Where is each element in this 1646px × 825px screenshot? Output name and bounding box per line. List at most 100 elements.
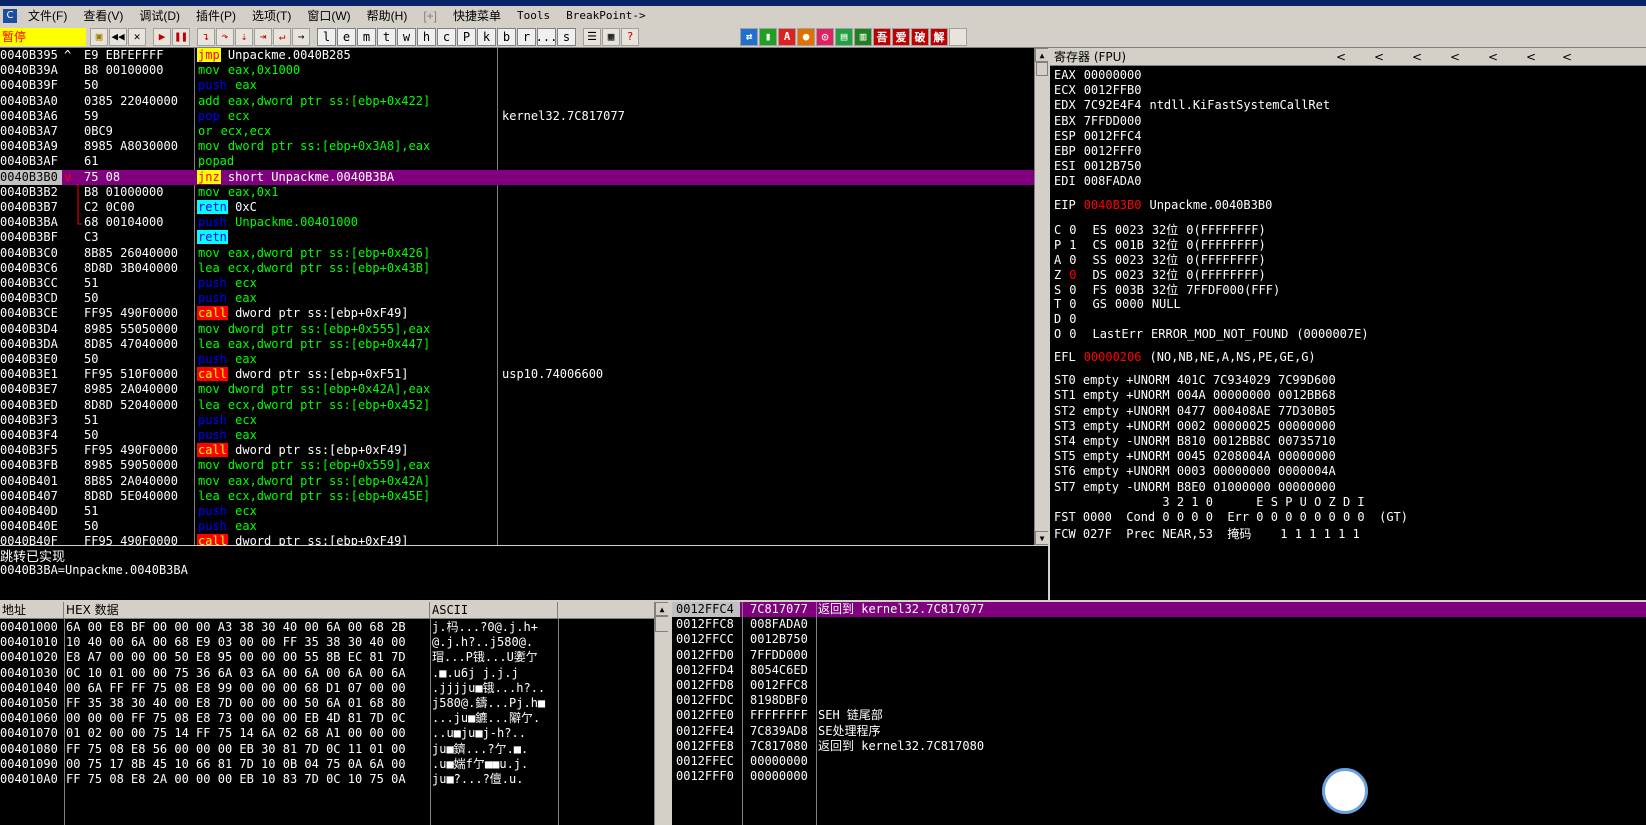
register-value[interactable]: 0012FFC4 [1084, 129, 1142, 143]
dump-ascii[interactable]: 瑁...P锇...U嬱亇 [432, 650, 538, 665]
stack-row[interactable]: 0012FFD8 0012FFC8 [672, 678, 1646, 693]
dump-hex[interactable]: 00 6A FF FF 75 08 E8 99 00 00 00 68 D1 0… [66, 681, 406, 696]
refresh-icon[interactable]: ⇄ [740, 27, 758, 46]
disasm-row[interactable]: 0040B3F3 51 push ecx [0, 413, 1034, 428]
disasm-row[interactable]: 0040B3E1 FF95 510F0000 call dword ptr ss:[… [0, 367, 1034, 382]
menu-window[interactable]: 窗口(W) [299, 7, 358, 24]
dump-ascii[interactable]: .jjjju■锇...h?.. [432, 681, 545, 696]
register-efl[interactable]: EFL 00000206 (NO,NB,NE,A,NS,PE,GE,G) [1054, 350, 1316, 364]
flag-value[interactable]: 0 [1069, 223, 1076, 237]
jie-button[interactable]: 解 [930, 27, 948, 46]
dump-hex[interactable]: 01 02 00 00 75 14 FF 75 14 6A 02 68 A1 0… [66, 726, 406, 741]
flag-value[interactable]: 0 [1069, 312, 1076, 326]
stack-value[interactable]: 00000000 [750, 754, 808, 769]
log-button[interactable]: l [317, 27, 336, 46]
scroll-thumb[interactable] [1036, 62, 1048, 76]
flag-value[interactable]: 0 [1069, 297, 1076, 311]
stack-row[interactable]: 0012FFEC 00000000 [672, 754, 1646, 769]
stack-row[interactable]: 0012FFC4 7C817077 返回到 kernel32.7C817077 [672, 602, 1646, 618]
help-icon[interactable]: ? [621, 27, 639, 46]
dump-row[interactable]: 00401000 6A 00 E8 BF 00 00 00 A3 38 30 40… [0, 620, 654, 635]
handles-button[interactable]: h [417, 27, 436, 46]
menu-view[interactable]: 查看(V) [75, 7, 131, 24]
register-value[interactable]: 0012FFF0 [1084, 144, 1142, 158]
dump-row[interactable]: 004010A0 FF 75 08 E8 2A 00 00 00 EB 10 83… [0, 772, 654, 787]
dump-row[interactable]: 00401040 00 6A FF FF 75 08 E8 99 00 00 00… [0, 681, 654, 696]
flag-value[interactable]: 1 [1069, 238, 1076, 252]
stack-value[interactable]: 7FFDD000 [750, 648, 808, 663]
dump-scrollbar[interactable]: ▲ [654, 602, 669, 825]
stack-value[interactable]: 7C839AD8 [750, 724, 808, 739]
dump-hex[interactable]: E8 A7 00 00 00 50 E8 95 00 00 00 55 8B E… [66, 650, 406, 665]
plugin-a-button[interactable]: A [778, 27, 796, 46]
dump-ascii[interactable]: @.j.h?..j580@. [432, 635, 533, 650]
callstack-button[interactable]: k [477, 27, 496, 46]
dump-row[interactable]: 00401090 00 75 17 8B 45 10 66 81 7D 10 0B… [0, 757, 654, 772]
dump-ascii[interactable]: ju■?...?儃.u. [432, 772, 523, 787]
menu-options[interactable]: 选项(T) [244, 7, 299, 24]
dump-col-ascii[interactable]: ASCII [430, 602, 558, 619]
nav-left-icon[interactable]: < [1336, 48, 1346, 66]
register-ebp[interactable]: EBP 0012FFF0 [1054, 144, 1149, 158]
register-value[interactable]: 008FADA0 [1084, 174, 1142, 188]
stack-value[interactable]: 00000000 [750, 769, 808, 784]
register-ebx[interactable]: EBX 7FFDD000 [1054, 114, 1149, 128]
disasm-row[interactable]: 0040B3F5 FF95 490F0000 call dword ptr ss:[… [0, 443, 1034, 458]
disasm-row[interactable]: 0040B401 8B85 2A040000 mov eax,dword ptr s… [0, 474, 1034, 489]
disasm-row[interactable]: 0040B40E 50 push eax [0, 519, 1034, 534]
target-icon[interactable]: ◎ [816, 27, 834, 46]
run-trace-button[interactable]: ... [536, 27, 557, 46]
wu-button[interactable]: 吾 [873, 27, 891, 46]
menu-plus[interactable]: [+] [415, 9, 445, 23]
disasm-row[interactable]: 0040B3BA 68 00104000 push Unpackme.0040100… [0, 215, 1034, 230]
menu-file[interactable]: 文件(F) [20, 7, 75, 24]
disassembly-pane[interactable]: 0040B395 ^ E9 EBFEFFFF jmp Unpackme.0040B28… [0, 48, 1034, 545]
nav-left-icon[interactable]: < [1488, 48, 1498, 66]
stack-row[interactable]: 0012FFE0 FFFFFFFF SEH 链尾部 [672, 708, 1646, 723]
po-button[interactable]: 破 [911, 27, 929, 46]
rewind-icon[interactable]: ◀◀ [109, 27, 127, 46]
register-esp[interactable]: ESP 0012FFC4 [1054, 129, 1149, 143]
dump-ascii[interactable]: .■.u6j j.j.j [432, 666, 519, 681]
dump-row[interactable]: 00401010 10 40 00 6A 00 68 E9 03 00 00 FF… [0, 635, 654, 650]
stack-value[interactable]: 0012B750 [750, 632, 808, 647]
disasm-row[interactable]: 0040B3ED 8D8D 52040000 lea ecx,dword ptr s… [0, 398, 1034, 413]
dump-ascii[interactable]: j580@.鑄...Pj.h■ [432, 696, 545, 711]
dump-row[interactable]: 00401060 00 00 00 FF 75 08 E8 73 00 00 00… [0, 711, 654, 726]
menu-shortcut[interactable]: 快捷菜单 [445, 7, 509, 24]
disasm-row[interactable]: 0040B395 ^ E9 EBFEFFFF jmp Unpackme.0040B28… [0, 48, 1034, 63]
menu-plugins[interactable]: 插件(P) [188, 7, 244, 24]
register-esi[interactable]: ESI 0012B750 [1054, 159, 1149, 173]
disasm-row[interactable]: 0040B3D4 8985 55050000 mov dword ptr ss:[e… [0, 322, 1034, 337]
nav-left-icon[interactable]: < [1412, 48, 1422, 66]
disasm-row[interactable]: 0040B3A7 0BC9 or ecx,ecx [0, 124, 1034, 139]
plugin-icon[interactable]: ▮ [759, 27, 777, 46]
stack-row[interactable]: 0012FFE8 7C817080 返回到 kernel32.7C817080 [672, 739, 1646, 754]
register-edx[interactable]: EDX 7C92E4F4 ntdll.KiFastSystemCallRet [1054, 98, 1330, 112]
dump-col-address[interactable]: 地址 [0, 602, 64, 619]
patches-button[interactable]: P [457, 27, 476, 46]
stack-row[interactable]: 0012FFCC 0012B750 [672, 632, 1646, 647]
stack-row[interactable]: 0012FFDC 8198DBF0 [672, 693, 1646, 708]
disasm-row[interactable]: 0040B407 8D8D 5E040000 lea ecx,dword ptr s… [0, 489, 1034, 504]
fpu-st-register[interactable]: ST4 empty -UNORM B810 0012BB8C 00735710 [1054, 434, 1336, 448]
nav-left-icon[interactable]: < [1562, 48, 1572, 66]
stack-row[interactable]: 0012FFF0 00000000 [672, 769, 1646, 784]
nav-left-icon[interactable]: < [1374, 48, 1384, 66]
dump-ascii[interactable]: ...ju■鑣...隦亇. [432, 711, 540, 726]
fpu-st-register[interactable]: ST6 empty +UNORM 0003 00000000 0000004A [1054, 464, 1336, 478]
stack-value[interactable]: 8198DBF0 [750, 693, 808, 708]
cpu-button[interactable]: c [437, 27, 456, 46]
calc-icon[interactable]: ▤ [835, 27, 853, 46]
stack-value[interactable]: FFFFFFFF [750, 708, 808, 723]
dump-hex[interactable]: 00 75 17 8B 45 10 66 81 7D 10 0B 04 75 0… [66, 757, 406, 772]
flag-value[interactable]: 0 [1069, 268, 1076, 282]
register-value[interactable]: 0012B750 [1084, 159, 1142, 173]
fpu-st-register[interactable]: ST3 empty +UNORM 0002 00000025 00000000 [1054, 419, 1336, 433]
scroll-thumb[interactable] [655, 616, 669, 632]
goto-icon[interactable]: → [292, 27, 310, 46]
dump-hex[interactable]: FF 75 08 E8 56 00 00 00 EB 30 81 7D 0C 1… [66, 742, 406, 757]
flag-value[interactable]: 0 [1069, 283, 1076, 297]
disasm-row[interactable]: 0040B39F 50 push eax [0, 78, 1034, 93]
scroll-up-icon[interactable]: ▲ [1035, 48, 1049, 62]
